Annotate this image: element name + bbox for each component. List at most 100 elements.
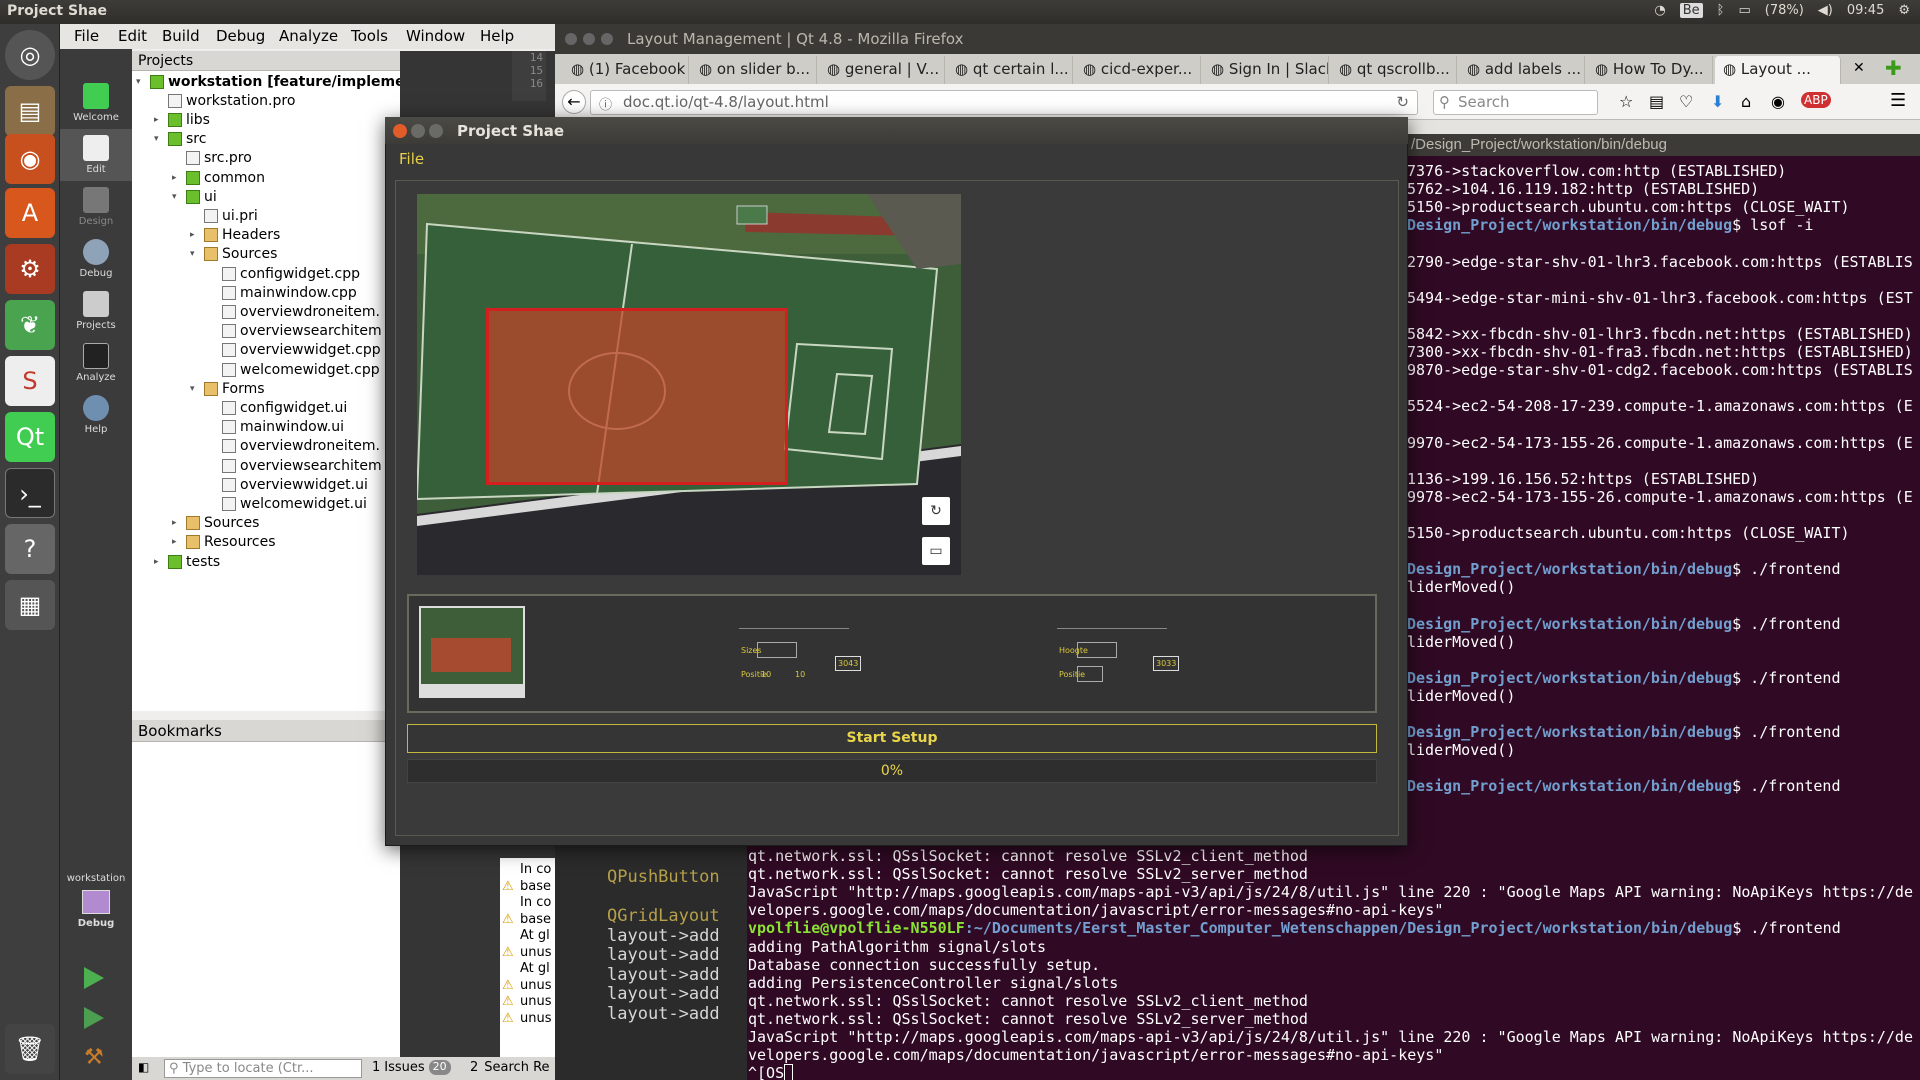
reload-icon[interactable]: ↻ <box>1396 93 1409 111</box>
help-icon[interactable]: ? <box>5 524 55 574</box>
bookmarks-list[interactable] <box>132 742 400 1060</box>
menu-build[interactable]: Build <box>162 27 200 45</box>
download-icon[interactable]: ⬇ <box>1711 92 1724 111</box>
bookmark-star-icon[interactable]: ☆ <box>1619 92 1633 111</box>
mode-debug[interactable]: Debug <box>60 233 132 285</box>
project-tree[interactable]: ▾ workstation [feature/implementing-welco… <box>132 71 400 711</box>
tree-item[interactable]: ▸ Sources <box>172 514 259 533</box>
leaf-app-icon[interactable]: ❦ <box>5 300 55 350</box>
tree-item[interactable]: ▸ libs <box>154 110 210 129</box>
minimize-icon[interactable] <box>411 124 425 138</box>
expand-arrow-open-icon[interactable]: ▾ <box>190 249 200 259</box>
tree-item[interactable]: configwidget.ui <box>208 398 347 417</box>
search-results-tab[interactable]: 2 Search Re <box>470 1060 550 1075</box>
tree-item[interactable]: overviewdroneitem. <box>208 437 380 456</box>
close-icon[interactable] <box>393 124 407 138</box>
menu-file[interactable]: File <box>399 150 424 168</box>
files-icon[interactable]: ▤ <box>5 86 55 136</box>
maximize-icon[interactable] <box>601 33 613 45</box>
browser-tab[interactable]: ◍ general | V... <box>819 56 945 84</box>
browser-tab[interactable]: ◍ qt qscrollb... <box>1331 56 1457 84</box>
tree-item[interactable]: configwidget.cpp <box>208 264 360 283</box>
tree-item[interactable]: ▸ Headers <box>190 226 280 245</box>
menu-edit[interactable]: Edit <box>118 27 147 45</box>
tree-item[interactable]: overviewsearchitem <box>208 456 382 475</box>
firefox-search-input[interactable]: ⚲ Search <box>1433 90 1598 115</box>
browser-tab[interactable]: ◍ qt certain l... <box>947 56 1073 84</box>
system-settings-icon[interactable]: ⚙ <box>5 244 55 294</box>
bookmarks-pane-header[interactable]: Bookmarks <box>132 720 400 742</box>
tree-item[interactable]: overviewdroneitem. <box>208 302 380 321</box>
tree-item[interactable]: ui.pri <box>190 206 258 225</box>
dash-home-icon[interactable]: ◎ <box>5 30 55 80</box>
satellite-map-view[interactable]: ↻ ▭ <box>417 194 961 575</box>
trash-icon[interactable]: 🗑 <box>5 1024 55 1074</box>
mode-welcome[interactable]: Welcome <box>60 77 132 129</box>
expand-arrow-open-icon[interactable]: ▾ <box>154 134 164 144</box>
step-thumbnail-params[interactable]: Hoogte Positie 3033 <box>1057 628 1180 700</box>
map-type-icon[interactable]: ▭ <box>922 537 950 565</box>
reading-list-icon[interactable]: ▤ <box>1649 92 1664 111</box>
terminal-icon[interactable]: ›_ <box>5 468 55 518</box>
tree-item[interactable]: ▾ Sources <box>190 245 277 264</box>
menu-debug[interactable]: Debug <box>216 27 265 45</box>
mode-design[interactable]: Design <box>60 181 132 233</box>
browser-tab[interactable]: ◍ How To Dy... <box>1587 56 1713 84</box>
tree-item[interactable]: workstation.pro <box>154 91 295 110</box>
bluetooth-icon[interactable]: ᛒ <box>1717 3 1725 18</box>
settings-gear-icon[interactable]: ⚙ <box>1898 3 1910 18</box>
browser-tab[interactable]: ◍ Sign In | Slack <box>1203 56 1329 84</box>
home-icon[interactable]: ⌂ <box>1741 92 1751 111</box>
tree-item[interactable]: ▸ tests <box>154 552 220 571</box>
tree-item[interactable]: ▸ common <box>172 168 265 187</box>
menu-window[interactable]: Window <box>406 27 465 45</box>
firefox-icon[interactable]: ◉ <box>5 134 55 184</box>
expand-arrow-open-icon[interactable]: ▾ <box>136 77 146 87</box>
tree-item[interactable]: ▾ src <box>154 130 206 149</box>
tree-item[interactable]: src.pro <box>172 149 252 168</box>
expand-arrow-icon[interactable]: ▸ <box>172 173 182 183</box>
locator-input[interactable]: ⚲ Type to locate (Ctr... <box>164 1059 362 1078</box>
rotate-icon[interactable]: ↻ <box>922 497 950 525</box>
kit-selector[interactable]: workstation Debug <box>60 873 132 929</box>
mode-help[interactable]: Help <box>60 389 132 441</box>
back-icon[interactable]: ← <box>562 90 586 114</box>
browser-tab[interactable]: ◍ add labels ... <box>1459 56 1585 84</box>
browser-tab[interactable]: ◍ Layout ... <box>1715 56 1841 84</box>
chat-icon[interactable]: ◉ <box>1771 92 1785 111</box>
projects-pane-header[interactable]: Projects <box>132 51 400 71</box>
selection-rectangle[interactable] <box>486 308 788 485</box>
menu-analyze[interactable]: Analyze <box>279 27 338 45</box>
issues-tab[interactable]: 1 Issues 20 <box>372 1060 451 1075</box>
expand-arrow-icon[interactable]: ▸ <box>172 518 182 528</box>
tree-item[interactable]: welcomewidget.ui <box>208 494 367 513</box>
pocket-icon[interactable]: ♡ <box>1679 92 1693 111</box>
new-tab-icon[interactable]: ✚ <box>1885 56 1902 80</box>
sidebar-toggle-icon[interactable]: ◧ <box>138 1060 149 1074</box>
adblock-icon[interactable]: ABP <box>1801 92 1831 108</box>
wifi-icon[interactable]: ◔ <box>1654 3 1665 18</box>
clock[interactable]: 09:45 <box>1847 3 1884 18</box>
minimize-icon[interactable] <box>583 33 595 45</box>
volume-icon[interactable]: ◀) <box>1818 3 1833 18</box>
tree-item[interactable]: ▾ Forms <box>190 379 265 398</box>
expand-arrow-icon[interactable]: ▸ <box>154 557 164 567</box>
issues-list[interactable]: In co ⚠ base In co ⚠ base At gl ⚠ unus At gl ⚠ unus… <box>500 858 555 1057</box>
browser-tab[interactable]: ◍ (1) Facebook <box>563 56 689 84</box>
menu-file[interactable]: File <box>74 27 99 45</box>
close-tab-icon[interactable]: ✕ <box>1853 60 1865 76</box>
software-center-icon[interactable]: A <box>5 188 55 238</box>
url-input[interactable]: ⓘ doc.qt.io/qt-4.8/layout.html ↻ <box>590 90 1418 115</box>
slack-icon[interactable]: S <box>5 356 55 406</box>
expand-arrow-open-icon[interactable]: ▾ <box>172 192 182 202</box>
build-hammer-icon[interactable]: ⚒ <box>84 1045 104 1070</box>
menu-help[interactable]: Help <box>480 27 514 45</box>
tree-item[interactable]: overviewsearchitem <box>208 322 382 341</box>
tree-item[interactable]: mainwindow.ui <box>208 418 344 437</box>
browser-tab[interactable]: ◍ on slider b... <box>691 56 817 84</box>
expand-arrow-icon[interactable]: ▸ <box>172 537 182 547</box>
mode-projects[interactable]: Projects <box>60 285 132 337</box>
hamburger-menu-icon[interactable]: ☰ <box>1890 90 1906 111</box>
expand-arrow-icon[interactable]: ▸ <box>154 115 164 125</box>
step-thumbnail-config[interactable]: Sizes Positie 10 10 3043 <box>739 628 862 700</box>
